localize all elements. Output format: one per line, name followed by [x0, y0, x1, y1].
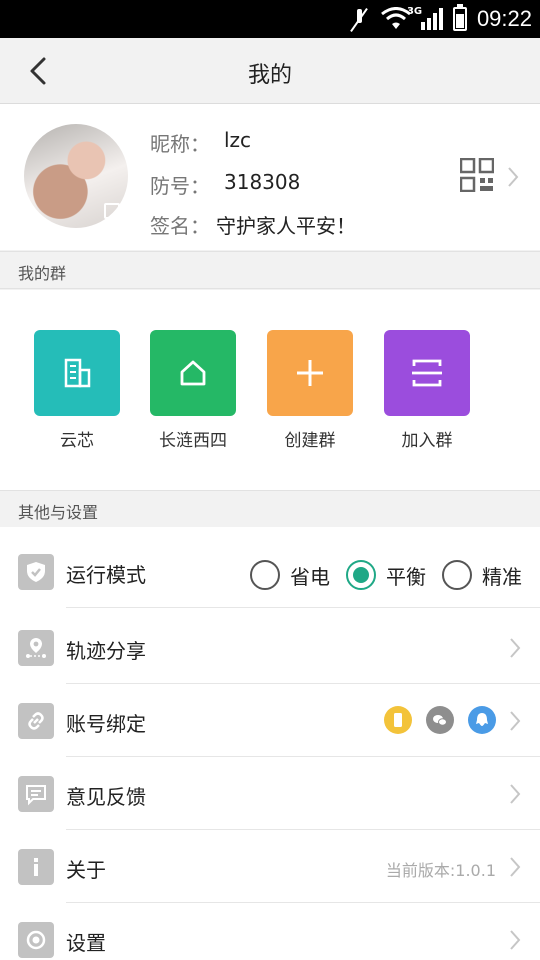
wechat-icon [426, 706, 454, 734]
chevron-right-icon [508, 710, 522, 732]
edit-avatar-icon[interactable] [104, 203, 120, 219]
scan-icon [412, 359, 442, 387]
radio-label: 精准 [482, 564, 522, 589]
phone-icon [384, 706, 412, 734]
chevron-right-icon [508, 637, 522, 659]
account-binding-row[interactable]: 账号绑定 [0, 684, 540, 757]
about-label: 关于 [66, 858, 106, 882]
battery-icon [452, 4, 467, 31]
qr-code-icon[interactable] [459, 157, 495, 193]
nickname-label: 昵称： [150, 132, 210, 156]
signature-label: 签名： [150, 214, 210, 238]
link-icon [18, 703, 54, 739]
radio-unchecked-icon [442, 560, 472, 590]
radio-unchecked-icon [250, 560, 280, 590]
signature-value: 守护家人平安！ [216, 214, 356, 238]
chevron-right-icon [508, 929, 522, 951]
feedback-label: 意见反馈 [66, 785, 146, 809]
settings-header: 其他与设置 [0, 490, 540, 528]
radio-power-saving[interactable]: 省电 [250, 560, 330, 590]
track-share-row[interactable]: 轨迹分享 [0, 611, 540, 684]
group-label: 创建群 [284, 431, 336, 451]
qq-icon [468, 706, 496, 734]
join-group-button[interactable]: 加入群 [384, 330, 470, 451]
id-label: 防号： [150, 174, 210, 198]
about-row[interactable]: 关于 当前版本:1.0.1 [0, 830, 540, 903]
signature-row: 签名： 守护家人平安！ [150, 210, 356, 239]
building-icon [64, 358, 91, 388]
page-title: 我的 [247, 63, 292, 88]
group-label: 云芯 [60, 431, 94, 451]
group-tile-create [267, 330, 353, 416]
account-binding-label: 账号绑定 [66, 712, 146, 736]
shield-icon [18, 554, 54, 590]
status-bar: 3G 09:22 [0, 0, 540, 38]
divider [66, 607, 540, 608]
radio-label: 省电 [290, 564, 330, 589]
id-value: 318308 [224, 170, 301, 194]
groups-panel: 云芯 长涟西四 创建群 加入群 [0, 290, 540, 490]
group-tile-yunxin [34, 330, 120, 416]
radio-balanced[interactable]: 平衡 [346, 560, 426, 590]
feedback-icon [18, 776, 54, 812]
chevron-right-icon [508, 856, 522, 878]
settings-list: 运行模式 省电 平衡 精准 轨迹分享 账号绑定 意见反馈 关于 当前版本:1.0… [0, 527, 540, 960]
group-tile-changyi [150, 330, 236, 416]
radio-checked-icon [346, 560, 376, 590]
location-share-icon [18, 630, 54, 666]
network-type: 3G [406, 6, 423, 17]
status-time: 09:22 [476, 6, 532, 31]
group-yunxin[interactable]: 云芯 [34, 330, 120, 451]
version-text: 当前版本:1.0.1 [385, 861, 496, 880]
run-mode-radio-group: 省电 平衡 精准 [250, 560, 522, 590]
status-icons: 3G 09:22 [347, 0, 532, 38]
chevron-right-icon [508, 783, 522, 805]
top-app-bar: 我的 [0, 38, 540, 104]
nickname-value: lzc [224, 128, 252, 152]
house-icon [180, 360, 206, 386]
group-label: 加入群 [401, 431, 453, 451]
settings-label: 设置 [66, 931, 106, 955]
plus-icon [297, 360, 323, 386]
my-groups-title: 我的群 [18, 264, 67, 283]
profile-chevron-icon [506, 166, 520, 188]
settings-icon [18, 922, 54, 958]
group-tile-join [384, 330, 470, 416]
run-mode-row: 运行模式 省电 平衡 精准 [0, 535, 540, 608]
id-row: 防号： 318308 [150, 170, 300, 199]
settings-title: 其他与设置 [18, 503, 99, 522]
group-changyi[interactable]: 长涟西四 [150, 330, 236, 451]
mute-icon [347, 7, 371, 31]
bound-accounts [384, 706, 496, 734]
cell-signal-icon: 3G [407, 6, 443, 30]
run-mode-label: 运行模式 [66, 563, 146, 587]
info-icon [18, 849, 54, 885]
track-share-label: 轨迹分享 [66, 639, 146, 663]
radio-label: 平衡 [386, 564, 426, 589]
group-label: 长涟西四 [159, 431, 227, 451]
my-groups-header: 我的群 [0, 251, 540, 289]
create-group-button[interactable]: 创建群 [267, 330, 353, 451]
nickname-row: 昵称： lzc [150, 128, 251, 157]
feedback-row[interactable]: 意见反馈 [0, 757, 540, 830]
radio-precise[interactable]: 精准 [442, 560, 522, 590]
settings-row[interactable]: 设置 [0, 903, 540, 960]
